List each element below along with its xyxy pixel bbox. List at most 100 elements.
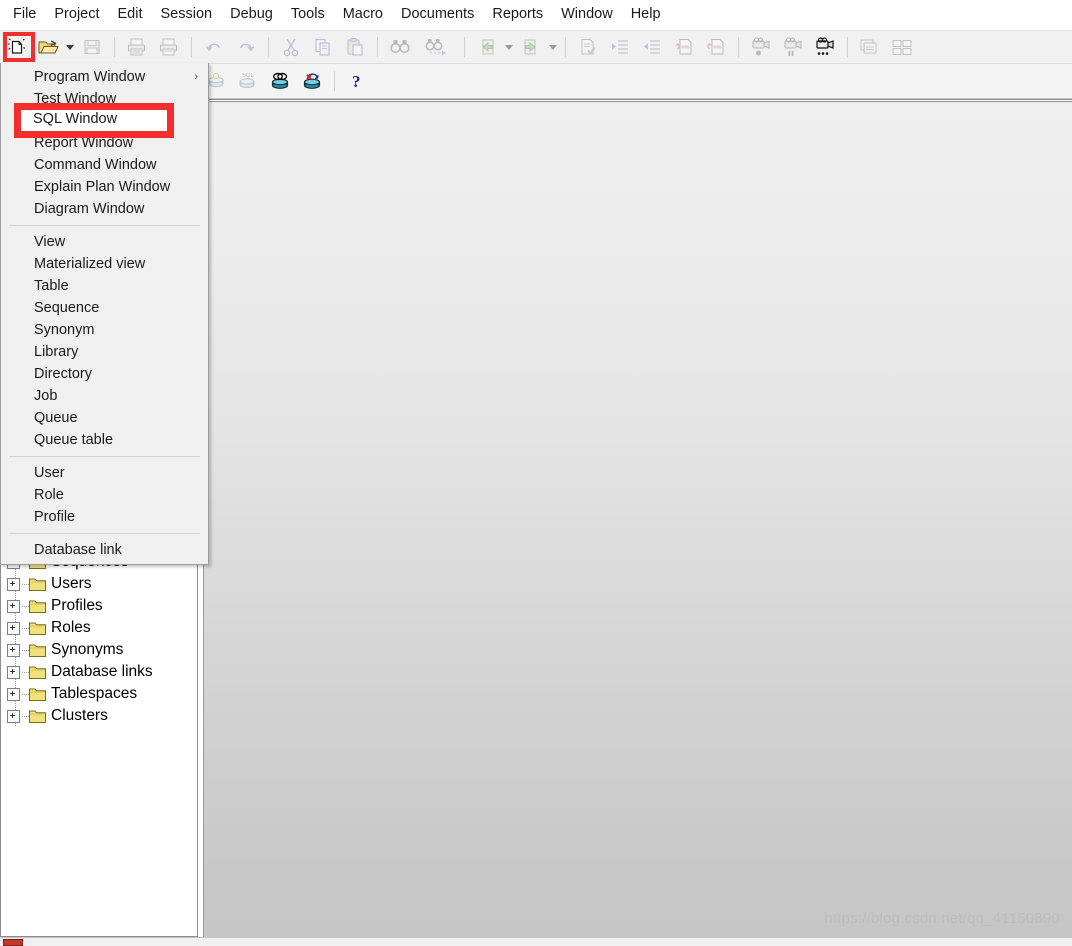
- menu-item-directory[interactable]: Directory: [1, 363, 208, 385]
- tree-item-database-links[interactable]: Database links: [1, 661, 191, 683]
- folder-icon: [29, 709, 46, 723]
- save-button[interactable]: [77, 33, 107, 61]
- tree-connector: [22, 693, 29, 695]
- next-button[interactable]: [516, 33, 546, 61]
- menu-item-label: Queue: [34, 409, 78, 426]
- pause-macro-button[interactable]: [778, 33, 808, 61]
- previous-dropdown-caret[interactable]: [503, 33, 515, 61]
- find-next-button[interactable]: [417, 33, 457, 61]
- tree-connector: [22, 627, 29, 629]
- commit-button[interactable]: [265, 67, 295, 95]
- menu-item-library[interactable]: Library: [1, 341, 208, 363]
- open-button[interactable]: [33, 33, 63, 61]
- indent-button[interactable]: [605, 33, 635, 61]
- folder-icon: [29, 621, 46, 635]
- menu-session[interactable]: Session: [152, 4, 222, 26]
- menu-separator: [9, 533, 200, 534]
- tree-item-users[interactable]: Users: [1, 573, 191, 595]
- menu-item-label: Queue table: [34, 431, 114, 448]
- menu-documents[interactable]: Documents: [392, 4, 483, 26]
- menu-item-queue-table[interactable]: Queue table: [1, 429, 208, 451]
- next-dropdown-caret[interactable]: [547, 33, 559, 61]
- toolbar-separator: [464, 37, 465, 57]
- status-indicator: [3, 939, 23, 946]
- menu-item-explain-plan-window[interactable]: Explain Plan Window: [1, 176, 208, 198]
- tree-item-clusters[interactable]: Clusters: [1, 705, 191, 727]
- comment-button[interactable]: [669, 33, 699, 61]
- help-button[interactable]: ?: [342, 67, 372, 95]
- previous-button[interactable]: [472, 33, 502, 61]
- new-button[interactable]: [1, 33, 31, 61]
- menu-item-job[interactable]: Job: [1, 385, 208, 407]
- expand-icon[interactable]: [7, 643, 20, 657]
- menu-reports[interactable]: Reports: [483, 4, 552, 26]
- expand-icon[interactable]: [7, 599, 20, 613]
- expand-icon[interactable]: [7, 577, 20, 591]
- folder-icon: [29, 687, 46, 701]
- menu-macro[interactable]: Macro: [334, 4, 392, 26]
- outdent-button[interactable]: [637, 33, 667, 61]
- menu-help[interactable]: Help: [622, 4, 670, 26]
- menu-item-synonym[interactable]: Synonym: [1, 319, 208, 341]
- menu-item-database-link[interactable]: Database link: [1, 539, 208, 561]
- menu-item-materialized-view[interactable]: Materialized view: [1, 253, 208, 275]
- session-sql-button[interactable]: SQL: [233, 67, 263, 95]
- menu-tools[interactable]: Tools: [282, 4, 334, 26]
- menu-item-label: Synonym: [34, 321, 95, 338]
- menu-window[interactable]: Window: [552, 4, 622, 26]
- open-dropdown-caret[interactable]: [64, 33, 76, 61]
- macro-options-button[interactable]: [810, 33, 840, 61]
- record-macro-button[interactable]: [746, 33, 776, 61]
- menu-project[interactable]: Project: [45, 4, 108, 26]
- print-button[interactable]: [122, 33, 152, 61]
- cut-button[interactable]: [276, 33, 306, 61]
- folder-icon: [29, 665, 46, 679]
- menu-item-queue[interactable]: Queue: [1, 407, 208, 429]
- menu-item-command-window[interactable]: Command Window: [1, 154, 208, 176]
- cascade-windows-button[interactable]: [855, 33, 885, 61]
- uncomment-button[interactable]: [701, 33, 731, 61]
- find-button[interactable]: [385, 33, 415, 61]
- menu-item-test-window[interactable]: Test Window: [1, 88, 208, 110]
- tree-item-profiles[interactable]: Profiles: [1, 595, 191, 617]
- rollback-button[interactable]: [297, 67, 327, 95]
- tree-item-label: Database links: [51, 663, 153, 681]
- tree-item-label: Profiles: [51, 597, 103, 615]
- copy-button[interactable]: [308, 33, 338, 61]
- menu-item-profile[interactable]: Profile: [1, 506, 208, 528]
- menu-item-report-window[interactable]: Report Window: [1, 132, 208, 154]
- menu-item-sequence[interactable]: Sequence: [1, 297, 208, 319]
- menu-edit[interactable]: Edit: [109, 4, 152, 26]
- client-area-top-border: [203, 99, 1072, 103]
- toolbar-separator: [334, 71, 335, 91]
- menu-item-view[interactable]: View: [1, 231, 208, 253]
- expand-icon[interactable]: [7, 621, 20, 635]
- expand-icon[interactable]: [7, 709, 20, 723]
- undo-button[interactable]: [199, 33, 229, 61]
- expand-icon[interactable]: [7, 665, 20, 679]
- tree-item-roles[interactable]: Roles: [1, 617, 191, 639]
- expand-icon[interactable]: [7, 687, 20, 701]
- menu-item-program-window[interactable]: Program Window ›: [1, 66, 208, 88]
- menu-item-label: Test Window: [34, 90, 117, 107]
- menu-item-diagram-window[interactable]: Diagram Window: [1, 198, 208, 220]
- tile-windows-button[interactable]: [887, 33, 917, 61]
- check-syntax-button[interactable]: [573, 33, 603, 61]
- svg-text:SQL: SQL: [242, 73, 255, 79]
- menu-debug[interactable]: Debug: [221, 4, 282, 26]
- tree-item-tablespaces[interactable]: Tablespaces: [1, 683, 191, 705]
- menu-item-label: Command Window: [34, 156, 157, 173]
- menu-item-user[interactable]: User: [1, 462, 208, 484]
- menu-file[interactable]: File: [4, 4, 45, 26]
- redo-button[interactable]: [231, 33, 261, 61]
- print-preview-button[interactable]: [154, 33, 184, 61]
- menu-item-label: User: [34, 464, 65, 481]
- menu-item-role[interactable]: Role: [1, 484, 208, 506]
- new-object-menu[interactable]: Program Window › Test Window SQL Window …: [0, 63, 209, 565]
- paste-button[interactable]: [340, 33, 370, 61]
- folder-icon: [29, 643, 46, 657]
- menu-item-label: Materialized view: [34, 255, 146, 272]
- menu-item-table[interactable]: Table: [1, 275, 208, 297]
- tree-item-synonyms[interactable]: Synonyms: [1, 639, 191, 661]
- menu-item-label: Role: [34, 486, 64, 503]
